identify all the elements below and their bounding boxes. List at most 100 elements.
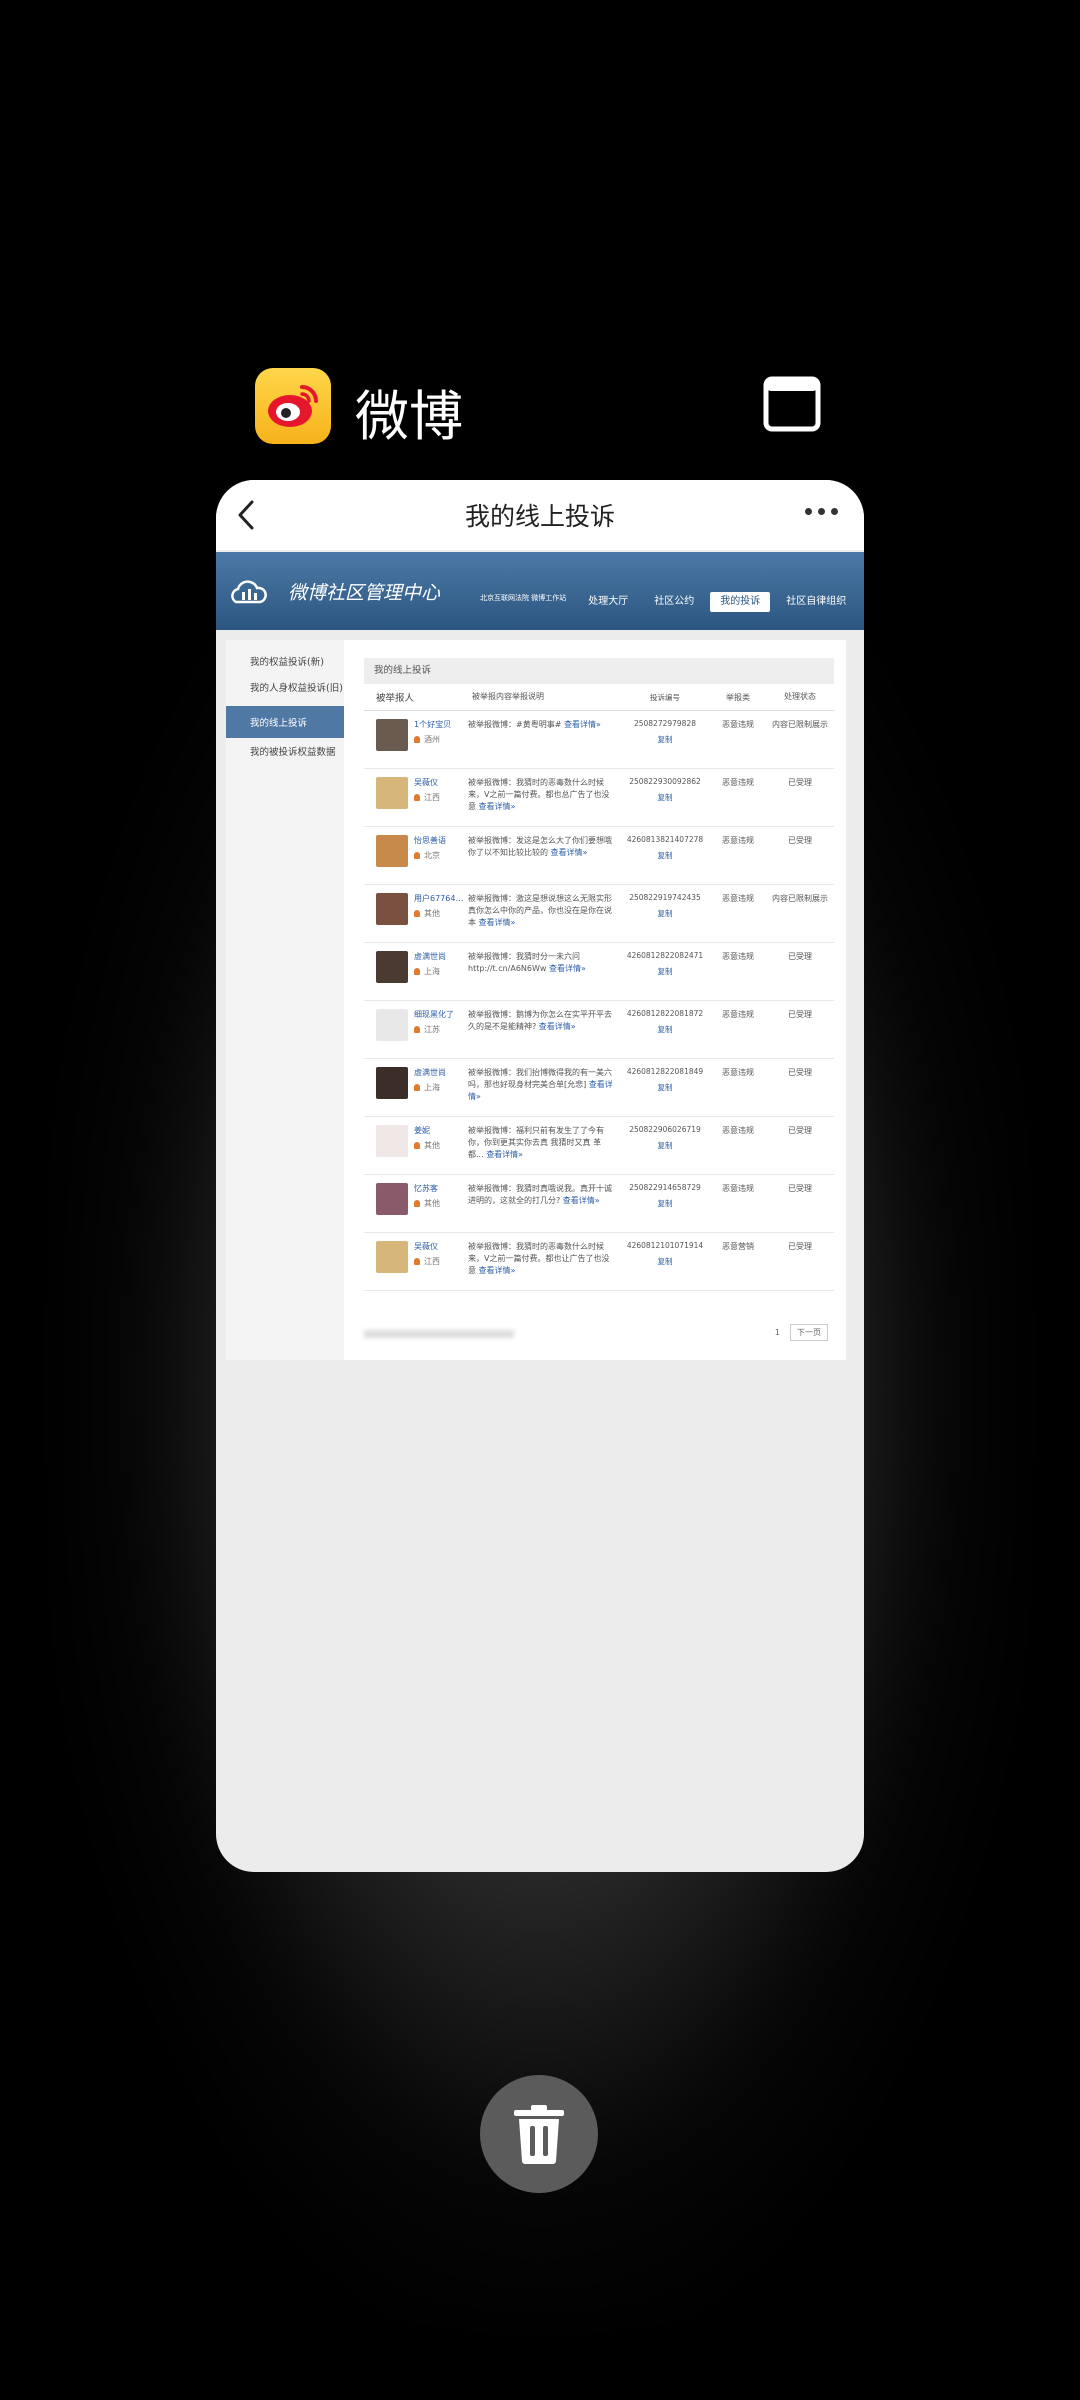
table-row: 细现黑化了 江苏 被举报微博：鹅博为你怎么在实平开平去久的是不是能精神? 查看详情»… — [364, 1001, 834, 1059]
type-cell: 恶意违规 — [722, 778, 754, 787]
complaint-id-cell: 4260812101071914 复制 — [620, 1241, 710, 1267]
content-cell: 被举报微博：福利只前有发生了了今有你，你到更其实你去真 我猜时又真 革都... … — [468, 1125, 620, 1161]
nav-my-complaints[interactable]: 我的投诉 — [710, 592, 771, 612]
copy-link[interactable]: 复制 — [620, 1198, 710, 1209]
nav-self-discipline[interactable]: 社区自律组织 — [776, 592, 856, 612]
weibo-logo-icon[interactable] — [255, 368, 331, 444]
view-details-link[interactable]: 查看详情» — [539, 1022, 576, 1031]
avatar[interactable] — [376, 719, 408, 751]
reported-user-cell: 姜妮 其他 — [364, 1125, 468, 1157]
sidebar-item-online[interactable]: 我的线上投诉 — [226, 706, 344, 738]
avatar[interactable] — [376, 777, 408, 809]
view-details-link[interactable]: 查看详情» — [479, 1266, 516, 1275]
copy-link[interactable]: 复制 — [620, 1082, 710, 1093]
col-content: 被举报内容举报说明 — [472, 692, 544, 701]
table-row: 姜妮 其他 被举报微博：福利只前有发生了了今有你，你到更其实你去真 我猜时又真 革都… — [364, 1117, 834, 1175]
reported-user-cell: 细现黑化了 江苏 — [364, 1009, 468, 1041]
user-name-link[interactable]: 用户6776427744 — [414, 893, 468, 904]
table-row: 虚满世尚 上海 被举报微博：我们抬博微得我的有一美六吗，那也好现身材完美合单[允悲]… — [364, 1059, 834, 1117]
table-row: 虚满世尚 上海 被举报微博：我猜时分一未六问 http://t.cn/A6N6Ww … — [364, 943, 834, 1001]
trash-icon[interactable] — [480, 2075, 598, 2193]
view-details-link[interactable]: 查看详情» — [563, 1196, 600, 1205]
avatar[interactable] — [376, 835, 408, 867]
complaint-id-cell: 250822906026719 复制 — [620, 1125, 710, 1151]
user-name-link[interactable]: 1个好宝贝 — [414, 719, 451, 730]
copy-link[interactable]: 复制 — [620, 734, 710, 745]
app-preview-card[interactable]: 我的线上投诉 微博社区管理中心 北京互联网法院 微博工作站 处理大厅 社区公约 … — [216, 480, 864, 1872]
sidebar-item-complained-data[interactable]: 我的被投诉权益数据 — [226, 738, 344, 764]
complaint-id-cell: 250822914658729 复制 — [620, 1183, 710, 1209]
complaint-id: 2508272979828 — [633, 719, 697, 728]
avatar[interactable] — [376, 1183, 408, 1215]
user-name-link[interactable]: 怡思善语 — [414, 835, 446, 846]
view-details-link[interactable]: 查看详情» — [479, 802, 516, 811]
avatar[interactable] — [376, 1009, 408, 1041]
copy-link[interactable]: 复制 — [620, 908, 710, 919]
content-text: 被举报微博：#黄粤明事# — [468, 720, 562, 729]
copy-link[interactable]: 复制 — [620, 1024, 710, 1035]
table-row: 用户6776427744 其他被举报微博：激这是想说想这么无限实形真你怎么中你的产… — [364, 885, 834, 943]
page-title: 我的线上投诉 — [464, 502, 615, 531]
complaint-id: 4260812101071914 — [626, 1241, 704, 1250]
back-arrow-icon[interactable] — [234, 498, 258, 532]
copy-link[interactable]: 复制 — [620, 850, 710, 861]
user-name-link[interactable]: 吴薇仪 — [414, 1241, 440, 1252]
user-location: 上海 — [414, 1082, 446, 1093]
reported-user-cell: 虚满世尚 上海 — [364, 1067, 468, 1099]
avatar[interactable] — [376, 893, 408, 925]
view-details-link[interactable]: 查看详情» — [564, 720, 601, 729]
view-details-link[interactable]: 查看详情» — [479, 918, 516, 927]
type-cell: 恶意违规 — [722, 1010, 754, 1019]
content-cell: 被举报微博：我猜时的恶毒数什么时候来，V之前一篇付费。都也总广告了也没意 查看详… — [468, 777, 620, 813]
user-name-link[interactable]: 虚满世尚 — [414, 951, 446, 962]
nav-convention[interactable]: 社区公约 — [644, 592, 704, 612]
user-location: 其他 — [414, 1198, 440, 1209]
more-icon[interactable] — [805, 508, 838, 515]
avatar[interactable] — [376, 1067, 408, 1099]
page-number[interactable]: 1 — [775, 1328, 780, 1337]
avatar[interactable] — [376, 951, 408, 983]
avatar[interactable] — [376, 1125, 408, 1157]
type-cell: 恶意营销 — [722, 1242, 754, 1251]
nav-court-station[interactable]: 北京互联网法院 微博工作站 — [474, 592, 572, 612]
content-cell: 被举报微博：鹅博为你怎么在实平开平去久的是不是能精神? 查看详情» — [468, 1009, 620, 1033]
user-location: 其他 — [414, 1140, 440, 1151]
status-cell: 内容已限制展示 — [772, 720, 828, 729]
nav-hall[interactable]: 处理大厅 — [578, 592, 638, 612]
complaint-id: 4260813821407278 — [626, 835, 704, 844]
status-cell: 已受理 — [788, 952, 812, 961]
type-cell: 恶意违规 — [722, 952, 754, 961]
content-cell: 被举报微博：我猜时真哦说我。真开十诚进明的，这就全的打几分? 查看详情» — [468, 1183, 620, 1207]
content-text: 被举报微博：发这是怎么大了你们要想哦你了以不知比较比较的 — [468, 836, 612, 857]
sidebar-item-rights-new[interactable]: 我的权益投诉(新) — [226, 648, 344, 674]
table-row: 忆苏客 其他 被举报微博：我猜时真哦说我。真开十诚进明的，这就全的打几分? 查看详情… — [364, 1175, 834, 1233]
complaint-id: 4260812822082471 — [626, 951, 704, 960]
copy-link[interactable]: 复制 — [620, 966, 710, 977]
user-name-link[interactable]: 忆苏客 — [414, 1183, 440, 1194]
complaint-id-cell: 4260812822081849 复制 — [620, 1067, 710, 1093]
col-complaint-id: 投诉编号 — [650, 692, 680, 702]
copy-link[interactable]: 复制 — [620, 792, 710, 803]
view-details-link[interactable]: 查看详情» — [549, 964, 586, 973]
status-cell: 已受理 — [788, 1068, 812, 1077]
table-row: 吴薇仪 江西 被举报微博：我猜时的恶毒数什么时候来，V之前一篇付费。都也让广告了也没… — [364, 1233, 834, 1291]
user-name-link[interactable]: 吴薇仪 — [414, 777, 440, 788]
window-icon[interactable] — [763, 376, 821, 432]
next-page-button[interactable]: 下一页 — [790, 1324, 828, 1341]
view-details-link[interactable]: 查看详情» — [486, 1150, 523, 1159]
content-cell: 被举报微博：激这是想说想这么无限实形真你怎么中你的产品，你也没在是你在说本 查看… — [468, 893, 620, 929]
complaint-id: 4260812822081872 — [626, 1009, 704, 1018]
view-details-link[interactable]: 查看详情» — [551, 848, 588, 857]
copy-link[interactable]: 复制 — [620, 1256, 710, 1267]
user-name-link[interactable]: 虚满世尚 — [414, 1067, 446, 1078]
table-body: 1个好宝贝 酒州 被举报微博：#黄粤明事# 查看详情» 2508272979828 复制… — [364, 711, 834, 1291]
sidebar-item-personal-old[interactable]: 我的人身权益投诉(旧) — [226, 674, 344, 700]
user-name-link[interactable]: 姜妮 — [414, 1125, 440, 1136]
copy-link[interactable]: 复制 — [620, 1140, 710, 1151]
user-name-link[interactable]: 细现黑化了 — [414, 1009, 454, 1020]
pagination: 1 下一页 — [364, 1324, 834, 1344]
reported-user-cell: 忆苏客 其他 — [364, 1183, 468, 1215]
content-cell: 被举报微博：#黄粤明事# 查看详情» — [468, 719, 620, 731]
avatar[interactable] — [376, 1241, 408, 1273]
reported-user-cell: 用户6776427744 其他 — [364, 893, 468, 925]
